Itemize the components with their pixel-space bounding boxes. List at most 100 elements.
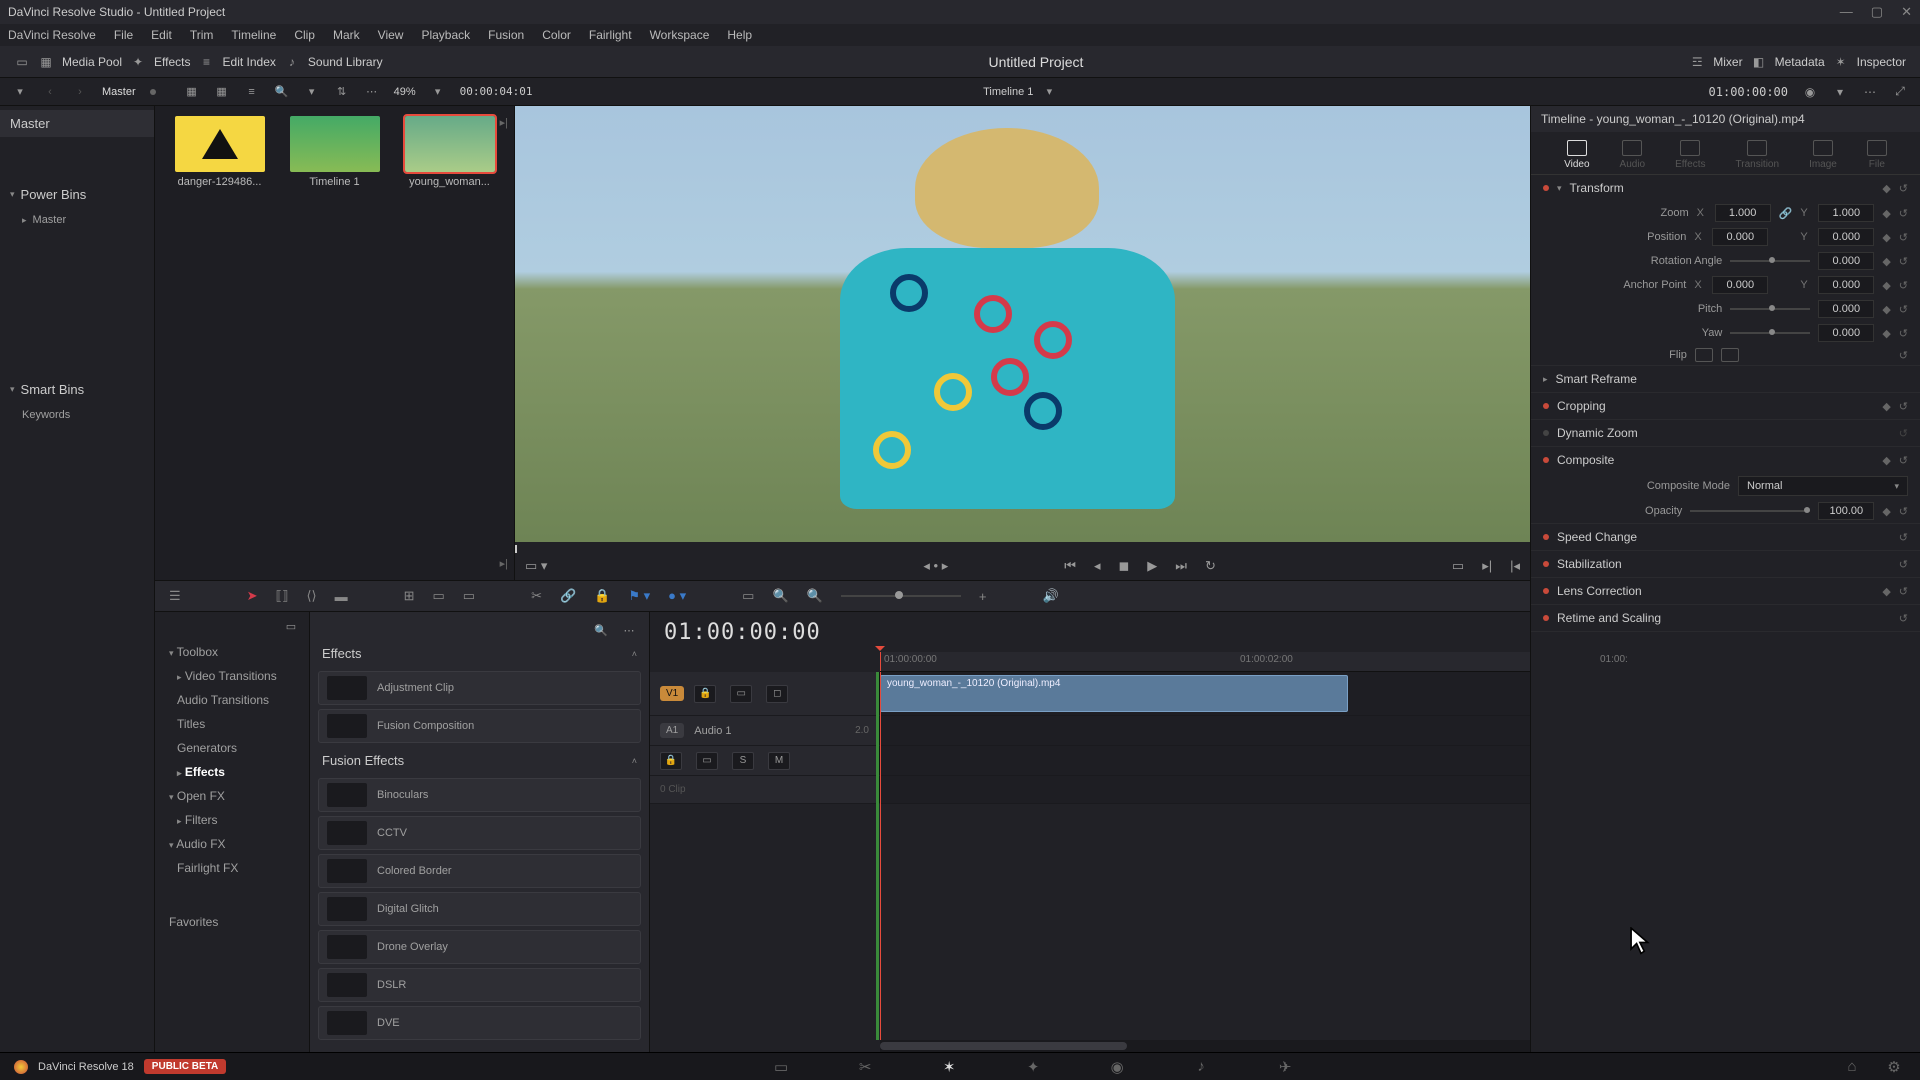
trim-tool-icon[interactable]: ⟦⟧	[276, 588, 289, 604]
menu-item[interactable]: Color	[542, 28, 571, 42]
play-flag-icon[interactable]: ▸|	[500, 557, 508, 570]
thumb-view-icon[interactable]: ▦	[184, 84, 200, 100]
yaw-slider[interactable]	[1730, 332, 1810, 334]
keyframe-icon[interactable]: ◆	[1882, 303, 1890, 316]
keyframe-icon[interactable]: ◆	[1882, 454, 1890, 467]
toolbox-node[interactable]: ▾ Toolbox	[155, 640, 309, 664]
media-thumb[interactable]: young_woman...	[399, 116, 500, 196]
opacity-slider[interactable]	[1690, 510, 1810, 512]
deliver-page-icon[interactable]: ✈	[1273, 1057, 1297, 1077]
openfx-node[interactable]: ▾ Open FX	[155, 784, 309, 808]
keyframe-icon[interactable]: ◆	[1882, 207, 1890, 220]
mixer-button[interactable]: ☲Mixer	[1689, 54, 1742, 70]
dynamic-trim-icon[interactable]: ⟨⟩	[306, 588, 316, 604]
blade-tool-icon[interactable]: ▬	[335, 589, 348, 604]
power-bin-master[interactable]: ▸ Master	[0, 208, 154, 232]
step-back-icon[interactable]: ◂	[1094, 558, 1101, 574]
reset-icon[interactable]: ↺	[1899, 505, 1908, 518]
track-badge-v1[interactable]: V1	[660, 686, 684, 701]
keyframe-icon[interactable]: ◆	[1882, 255, 1890, 268]
keyframe-icon[interactable]: ◆	[1882, 182, 1890, 195]
effect-item[interactable]: Digital Glitch	[318, 892, 641, 926]
lock-icon[interactable]: 🔒	[694, 685, 716, 703]
timeline-timecode[interactable]: 01:00:00:00	[664, 620, 821, 645]
inspector-tab-file[interactable]: File	[1867, 140, 1887, 170]
step-fwd-icon[interactable]: |◂	[1510, 558, 1520, 574]
video-transitions-node[interactable]: ▸ Video Transitions	[155, 664, 309, 688]
minimize-icon[interactable]: —	[1840, 4, 1853, 20]
composite-header[interactable]: Composite◆↺	[1531, 447, 1920, 473]
last-frame-icon[interactable]: ⏭	[1175, 558, 1187, 574]
pos-x-input[interactable]: 0.000	[1712, 228, 1768, 246]
chevron-down-icon[interactable]: ▾	[1041, 84, 1057, 100]
menu-item[interactable]: Timeline	[231, 28, 276, 42]
inspector-tab-image[interactable]: Image	[1809, 140, 1837, 170]
anchor-y-input[interactable]: 0.000	[1818, 276, 1874, 294]
generators-node[interactable]: Generators	[155, 736, 309, 760]
menu-item[interactable]: Playback	[421, 28, 470, 42]
first-frame-icon[interactable]: ⏮	[1064, 558, 1076, 574]
zoom-x-input[interactable]: 1.000	[1715, 204, 1771, 222]
viewer-canvas[interactable]	[515, 106, 1530, 542]
settings-icon[interactable]: ⚙	[1882, 1057, 1906, 1077]
effect-item[interactable]: Binoculars	[318, 778, 641, 812]
keyframe-icon[interactable]: ◆	[1882, 327, 1890, 340]
flip-h-button[interactable]	[1695, 348, 1713, 362]
step-fwd-icon[interactable]: ▸|	[1482, 558, 1492, 574]
keyframe-icon[interactable]: ◆	[1882, 505, 1890, 518]
reset-icon[interactable]: ↺	[1899, 558, 1908, 571]
auto-select-icon[interactable]: ▭	[696, 752, 718, 770]
prev-edit-icon[interactable]: ◂ • ▸	[923, 558, 948, 574]
search-icon[interactable]: 🔍	[593, 622, 609, 638]
link-icon[interactable]: 🔗	[1779, 207, 1793, 220]
effects-node[interactable]: ▸ Effects	[155, 760, 309, 784]
link-icon[interactable]: 🔗	[560, 588, 576, 604]
effect-item[interactable]: Fusion Composition	[318, 709, 641, 743]
more-icon[interactable]: ⋯	[1862, 84, 1878, 100]
more-icon[interactable]: ⋯	[364, 84, 380, 100]
menu-item[interactable]: Fairlight	[589, 28, 632, 42]
opacity-input[interactable]: 100.00	[1818, 502, 1874, 520]
dynamic-zoom-header[interactable]: Dynamic Zoom↺	[1531, 420, 1920, 446]
stabilization-header[interactable]: Stabilization↺	[1531, 551, 1920, 577]
metadata-button[interactable]: ◧Metadata	[1751, 54, 1825, 70]
menu-item[interactable]: Fusion	[488, 28, 524, 42]
track-badge-a1[interactable]: A1	[660, 723, 684, 738]
horizontal-scrollbar[interactable]	[880, 1042, 1127, 1050]
reset-icon[interactable]: ↺	[1899, 454, 1908, 467]
menu-item[interactable]: Edit	[151, 28, 172, 42]
fairlight-page-icon[interactable]: ♪	[1189, 1057, 1213, 1077]
reset-icon[interactable]: ↺	[1899, 612, 1908, 625]
titles-node[interactable]: Titles	[155, 712, 309, 736]
pitch-slider[interactable]	[1730, 308, 1810, 310]
fusion-page-icon[interactable]: ✦	[1021, 1057, 1045, 1077]
auto-select-icon[interactable]: ▭	[730, 685, 752, 703]
zoom-slider[interactable]	[841, 595, 961, 597]
zoom-y-input[interactable]: 1.000	[1818, 204, 1874, 222]
color-page-icon[interactable]: ◉	[1105, 1057, 1129, 1077]
reset-icon[interactable]: ↺	[1899, 255, 1908, 268]
smart-reframe-header[interactable]: ▸Smart Reframe	[1531, 366, 1920, 392]
inspector-tab-audio[interactable]: Audio	[1620, 140, 1646, 170]
reset-icon[interactable]: ↺	[1899, 207, 1908, 220]
selection-tool-icon[interactable]: ➤	[247, 588, 258, 604]
keyframe-icon[interactable]: ◆	[1882, 279, 1890, 292]
effect-item[interactable]: Drone Overlay	[318, 930, 641, 964]
playhead[interactable]	[880, 652, 881, 671]
chevron-down-icon[interactable]: ▾	[430, 84, 446, 100]
marker-icon[interactable]: ◉	[1802, 84, 1818, 100]
sort-icon[interactable]: ⇅	[334, 84, 350, 100]
zoom-in-icon[interactable]: 🔍	[807, 588, 823, 604]
chevron-down-icon[interactable]: ▾	[1832, 84, 1848, 100]
reset-icon[interactable]: ↺	[1899, 585, 1908, 598]
rotation-slider[interactable]	[1730, 260, 1810, 262]
timeline-view-icon[interactable]: ☰	[169, 588, 181, 604]
disable-icon[interactable]: ◻	[766, 685, 788, 703]
panel-icon[interactable]: ▭	[283, 618, 299, 634]
menu-item[interactable]: DaVinci Resolve	[8, 28, 96, 42]
smart-bins-header[interactable]: ▾ Smart Bins	[0, 376, 154, 403]
menu-item[interactable]: Help	[727, 28, 752, 42]
menu-item[interactable]: Mark	[333, 28, 360, 42]
solo-button[interactable]: S	[732, 752, 754, 770]
expand-icon[interactable]: ⤢	[1892, 84, 1908, 100]
